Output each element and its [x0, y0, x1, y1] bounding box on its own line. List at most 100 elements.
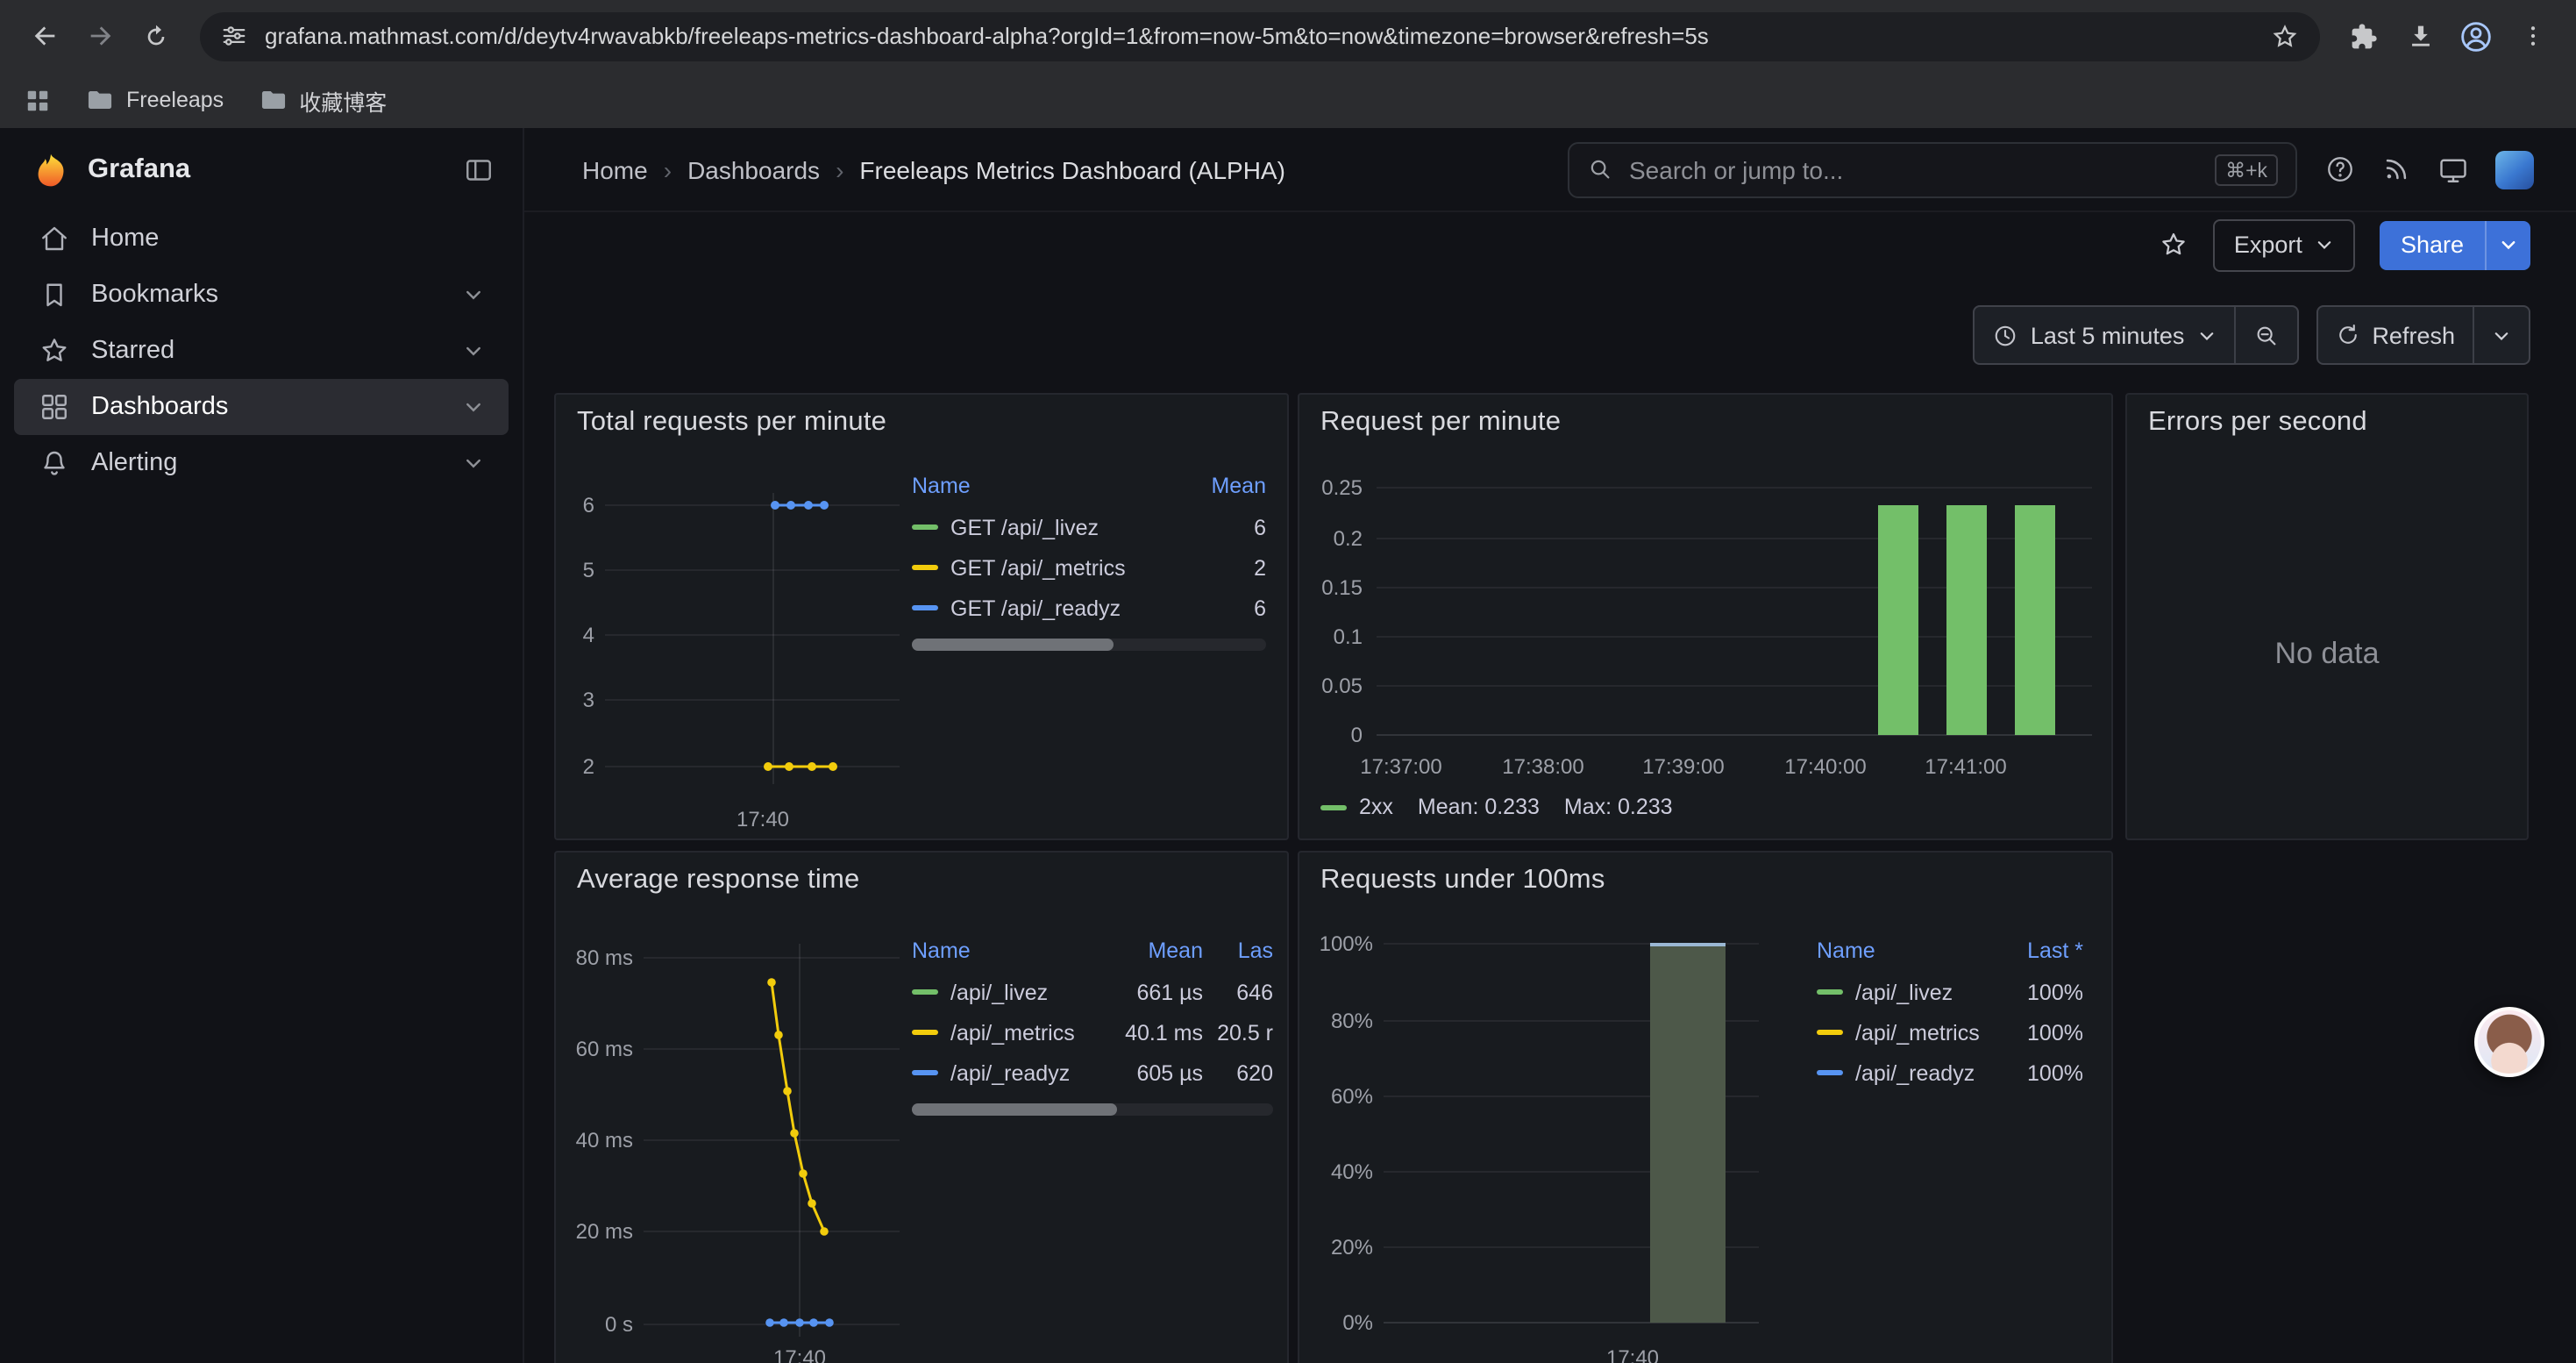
legend-scrollbar[interactable]: [912, 639, 1266, 651]
series-name[interactable]: GET /api/_readyz: [950, 596, 1203, 620]
time-range-picker[interactable]: Last 5 minutes: [1975, 307, 2234, 363]
refresh-button[interactable]: Refresh: [2317, 307, 2473, 363]
back-button[interactable]: [18, 10, 70, 62]
legend-row[interactable]: GET /api/_livez 6: [912, 507, 1266, 547]
legend-col-name[interactable]: Name: [912, 938, 1101, 963]
sidebar-item-starred[interactable]: Starred: [14, 323, 509, 379]
legend-header: Name Mean Las: [912, 930, 1273, 972]
reload-icon: [142, 22, 170, 50]
url-bar[interactable]: grafana.mathmast.com/d/deytv4rwavabkb/fr…: [200, 11, 2320, 61]
breadcrumb: Home › Dashboards › Freeleaps Metrics Da…: [582, 155, 1285, 183]
bookmark-star-icon[interactable]: [2271, 22, 2299, 50]
chevron-down-icon[interactable]: [463, 396, 484, 417]
legend-col-last[interactable]: Las: [1203, 938, 1273, 963]
sidebar-item-alerting[interactable]: Alerting: [14, 435, 509, 491]
profile-avatar[interactable]: [2450, 10, 2502, 62]
breadcrumb-dashboards[interactable]: Dashboards: [687, 155, 820, 183]
favorite-star-icon[interactable]: [2159, 230, 2188, 260]
legend-row[interactable]: GET /api/_readyz 6: [912, 588, 1266, 628]
series-name[interactable]: GET /api/_metrics: [950, 555, 1203, 580]
svg-text:17:38:00: 17:38:00: [1502, 755, 1583, 779]
series-last: 100%: [2006, 1020, 2083, 1045]
legend-col-last[interactable]: Last *: [2006, 938, 2083, 963]
legend-col-name[interactable]: Name: [912, 474, 1203, 498]
reload-button[interactable]: [130, 10, 182, 62]
dashboard-canvas: Last 5 minutes Refresh: [524, 277, 2576, 1363]
series-name[interactable]: 2xx: [1359, 795, 1393, 819]
legend-row[interactable]: /api/_readyz 100%: [1817, 1053, 2083, 1093]
series-name[interactable]: /api/_metrics: [950, 1020, 1101, 1045]
bookmark-folder-blogs[interactable]: 收藏博客: [259, 83, 387, 117]
browser-toolbar: grafana.mathmast.com/d/deytv4rwavabkb/fr…: [0, 0, 2576, 72]
refresh-interval-dropdown[interactable]: [2473, 307, 2529, 363]
dashboards-icon: [39, 391, 70, 423]
extensions-icon[interactable]: [2338, 10, 2390, 62]
legend-col-mean[interactable]: Mean: [1101, 938, 1203, 963]
scrollbar-thumb[interactable]: [912, 1103, 1118, 1116]
news-rss-icon[interactable]: [2381, 154, 2411, 184]
bar-chart: 0.25 0.2 0.15 0.1 0.05 0 17:37:00 17:38:…: [1299, 395, 2111, 838]
grafana-logo[interactable]: [32, 150, 70, 189]
chevron-down-icon[interactable]: [463, 284, 484, 305]
series-color-dash: [912, 1070, 938, 1075]
legend-header: Name Last *: [1817, 930, 2083, 972]
bookmark-label: Freeleaps: [126, 88, 224, 112]
apps-grid-icon[interactable]: [25, 87, 51, 113]
legend-row[interactable]: /api/_metrics 40.1 ms 20.5 r: [912, 1012, 1273, 1053]
refresh-icon: [2335, 323, 2359, 347]
site-info-icon[interactable]: [221, 23, 247, 49]
svg-text:17:40: 17:40: [737, 808, 789, 831]
share-button[interactable]: Share: [2380, 220, 2485, 269]
sidebar-item-dashboards[interactable]: Dashboards: [14, 379, 509, 435]
sidebar-nav: Home Bookmarks Starred Dashboards: [0, 211, 523, 491]
bookmark-label: 收藏博客: [299, 83, 387, 117]
series-color-dash: [1320, 804, 1347, 810]
legend-max: Max: 0.233: [1564, 795, 1673, 819]
folder-icon: [86, 86, 114, 114]
legend-row[interactable]: GET /api/_metrics 2: [912, 547, 1266, 588]
series-name[interactable]: /api/_readyz: [950, 1060, 1101, 1085]
legend-mean: Mean: 0.233: [1418, 795, 1540, 819]
series-name[interactable]: /api/_readyz: [1855, 1060, 2006, 1085]
menu-icon[interactable]: [2506, 10, 2558, 62]
series-name[interactable]: /api/_metrics: [1855, 1020, 2006, 1045]
url-text[interactable]: grafana.mathmast.com/d/deytv4rwavabkb/fr…: [265, 23, 2253, 49]
downloads-icon[interactable]: [2394, 10, 2446, 62]
user-avatar[interactable]: [2495, 150, 2534, 189]
legend-col-mean[interactable]: Mean: [1203, 474, 1266, 498]
chevron-down-icon[interactable]: [463, 340, 484, 361]
series-last: 20.5 r: [1203, 1020, 1273, 1045]
breadcrumb-home[interactable]: Home: [582, 155, 648, 183]
panel-title[interactable]: Errors per second: [2148, 407, 2367, 439]
sidebar-item-home[interactable]: Home: [14, 211, 509, 267]
zoom-out-button[interactable]: [2233, 307, 2296, 363]
series-name[interactable]: /api/_livez: [1855, 980, 2006, 1004]
svg-text:0.25: 0.25: [1321, 476, 1363, 500]
svg-text:40 ms: 40 ms: [576, 1129, 633, 1152]
legend-row[interactable]: /api/_livez 661 µs 646: [912, 972, 1273, 1012]
legend-row[interactable]: /api/_readyz 605 µs 620: [912, 1053, 1273, 1093]
floating-assistant-avatar[interactable]: [2474, 1007, 2544, 1077]
chevron-down-icon[interactable]: [463, 453, 484, 474]
scrollbar-thumb[interactable]: [912, 639, 1114, 651]
svg-text:60%: 60%: [1331, 1085, 1373, 1109]
collapse-sidebar-icon[interactable]: [463, 153, 495, 185]
series-name[interactable]: /api/_livez: [950, 980, 1101, 1004]
share-label: Share: [2401, 232, 2464, 258]
search-input[interactable]: Search or jump to... ⌘+k: [1568, 141, 2297, 197]
legend-scrollbar[interactable]: [912, 1103, 1273, 1116]
legend-row[interactable]: /api/_livez 100%: [1817, 972, 2083, 1012]
series-name[interactable]: GET /api/_livez: [950, 515, 1203, 539]
forward-button[interactable]: [74, 10, 126, 62]
sidebar-item-label: Starred: [91, 337, 174, 365]
export-label: Export: [2234, 232, 2302, 258]
export-button[interactable]: Export: [2213, 218, 2355, 271]
bookmark-folder-freeleaps[interactable]: Freeleaps: [86, 86, 224, 114]
forward-icon: [85, 21, 115, 51]
legend-col-name[interactable]: Name: [1817, 938, 2006, 963]
help-icon[interactable]: [2325, 154, 2355, 184]
sidebar-item-bookmarks[interactable]: Bookmarks: [14, 267, 509, 323]
share-dropdown[interactable]: [2485, 220, 2530, 269]
display-icon[interactable]: [2437, 153, 2469, 185]
legend-row[interactable]: /api/_metrics 100%: [1817, 1012, 2083, 1053]
